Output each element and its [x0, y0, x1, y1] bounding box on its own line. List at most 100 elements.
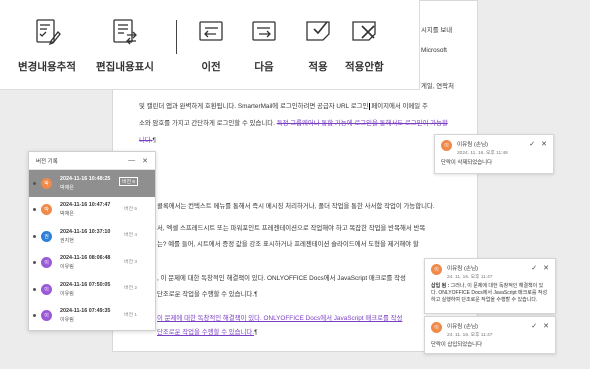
avatar: 이 — [41, 310, 52, 322]
version-item[interactable]: 권 2024-11-16 10:37:10 권지현 버전 4 — [29, 223, 155, 250]
version-history-panel: 버전 기록 — ✕ 박 2024-11-16 10:48:25 박재은 버전 6 박 20… — [28, 151, 156, 331]
reject-icon[interactable]: ✕ — [543, 323, 549, 330]
comment-card[interactable]: 이 이유림 (손님) 24. 11. 16. 오후 11:47 ✓ ✕ 단락이 … — [424, 316, 556, 354]
next-change-button[interactable]: 다음 — [249, 16, 279, 74]
version-history-header: 버전 기록 — ✕ — [29, 152, 155, 170]
comment-body: 삽입 됨 : 그러나, 이 문제에 대한 독창적인 해결책이 있다. ONLYO… — [431, 283, 548, 303]
comment-body: 단락이 삽입되었습니다 — [431, 342, 483, 348]
doc-text-line: 소와 암호를 가지고 간단하게 로그인할 수 있습니다. 특정 그룹웨어나 통합… — [139, 120, 448, 127]
reject-change-button[interactable]: 적용안함 — [345, 16, 384, 74]
comment-date: 24. 11. 16. 오후 11:47 — [447, 333, 493, 338]
previous-change-label: 이전 — [201, 61, 221, 73]
doc-text-line: 콜록에서는 컨텍스트 메뉴를 통해서 즉시 메시징 처리하거나, 폴더 작업을 … — [157, 203, 435, 210]
next-change-label: 다음 — [254, 61, 274, 73]
comment-date: 24. 11. 16. 오후 11:47 — [447, 275, 493, 280]
doc-text-line: 및 캘린더 앱과 완벽하게 호환됩니다. SmarterMail에 로그인하려면… — [139, 103, 428, 110]
version-item[interactable]: 이 2024-11-16 07:49:35 이유림 버전 1 — [29, 303, 155, 330]
avatar: 이 — [41, 283, 52, 295]
accept-change-button[interactable]: 적용 — [303, 16, 333, 74]
display-mode-icon — [110, 16, 140, 51]
bullet-icon — [33, 208, 36, 212]
version-item[interactable]: 이 2024-11-16 08:06:48 이유림 버전 3 — [29, 250, 155, 277]
version-item[interactable]: 박 2024-11-16 10:47:47 박재은 버전 5 — [29, 197, 155, 224]
version-history-title: 버전 기록 — [36, 158, 58, 165]
deleted-text: 특정 그룹웨어나 통합 기능에 로그인을 통해서도 로그인이 가능할 — [276, 120, 448, 127]
bullet-icon — [33, 181, 36, 185]
review-toolbar: 변경내용추적 편집내용표시 이전 다음 적용 적용안함 — [0, 0, 420, 90]
doc-text-line: , 이 문제에 대한 독창적인 해결책이 있다. ONLYOFFICE Docs… — [157, 275, 406, 282]
reject-icon[interactable]: ✕ — [543, 265, 549, 272]
version-item[interactable]: 이 2024-11-16 07:50:05 이유림 버전 2 — [29, 276, 155, 303]
doc-text-line: 이 문제에 대한 독창적인 해결책이 있다. ONLYOFFICE Docs에서… — [157, 313, 402, 322]
accept-icon[interactable]: ✓ — [531, 265, 537, 272]
comment-card[interactable]: 이 이유림 (손님) 2024. 11. 16. 오후 11:48 ✓ ✕ 단락… — [434, 134, 554, 174]
version-badge: 버전 1 — [124, 312, 137, 318]
version-date: 2024-11-16 08:06:48 — [60, 255, 111, 262]
doc-text-line: 게일, 연락처 — [421, 83, 454, 90]
accept-change-icon — [303, 16, 333, 51]
version-badge: 버전 3 — [124, 259, 137, 265]
version-badge: 버전 2 — [124, 286, 137, 291]
version-date: 2024-11-16 10:47:47 — [60, 202, 111, 209]
deleted-text: 니다. — [139, 137, 153, 144]
avatar: 박 — [41, 204, 52, 216]
toolbar-divider — [176, 20, 177, 54]
version-list: 박 2024-11-16 10:48:25 박재은 버전 6 박 2024-11-16 1… — [29, 170, 155, 329]
reject-change-label: 적용안함 — [345, 61, 384, 73]
bullet-icon — [33, 261, 36, 265]
avatar: 박 — [41, 177, 52, 189]
avatar: 이 — [41, 257, 52, 269]
version-user: 이유림 — [60, 290, 74, 297]
track-changes-button[interactable]: 변경내용추적 — [18, 16, 76, 74]
comment-body: 단락이 삭제되었습니다 — [441, 160, 493, 166]
doc-text-line: Microsoft — [421, 47, 447, 54]
reject-icon[interactable]: ✕ — [541, 141, 547, 148]
avatar: 이 — [441, 140, 452, 151]
doc-text-line: 시지를 보내 — [421, 27, 453, 34]
avatar: 이 — [431, 264, 442, 275]
bullet-icon — [33, 234, 36, 238]
comment-card[interactable]: 이 이유림 (손님) 24. 11. 16. 오후 11:47 ✓ ✕ 삽입 됨… — [424, 258, 556, 314]
accept-icon[interactable]: ✓ — [529, 141, 535, 148]
comment-author: 이유림 (손님) — [447, 324, 479, 330]
version-user: 박재은 — [60, 211, 74, 218]
close-icon[interactable]: ✕ — [142, 157, 148, 165]
accept-icon[interactable]: ✓ — [531, 323, 537, 330]
track-changes-label: 변경내용추적 — [18, 61, 76, 73]
version-user: 이유림 — [60, 317, 74, 324]
doc-text-line: 서, 엑셀 스프레드시트 또는 파워포인트 프레젠테이션으로 작업해야 하고 복… — [157, 225, 426, 232]
inserted-text: 이 문제에 대한 독창적인 해결책이 있다. ONLYOFFICE Docs에서… — [157, 315, 403, 322]
doc-text-line: 는? 예를 들어, 시트에서 증정 값을 강조 표시하거나 프레젠테이션 슬라이… — [157, 241, 419, 248]
version-badge: 버전 5 — [124, 206, 137, 212]
minimize-icon[interactable]: — — [128, 157, 135, 164]
bullet-icon — [33, 314, 36, 318]
version-user: 권지현 — [60, 237, 74, 244]
previous-change-button[interactable]: 이전 — [196, 16, 226, 74]
previous-change-icon — [196, 16, 226, 51]
comment-author: 이유림 (손님) — [457, 142, 489, 148]
avatar: 권 — [41, 230, 52, 242]
doc-text-line: 단조로운 작업을 수행할 수 있습니다.¶ — [157, 291, 258, 298]
inserted-text: 단조로운 작업을 수행할 수 있습니다. — [157, 329, 255, 336]
version-date: 2024-11-16 07:50:05 — [60, 281, 111, 288]
version-badge: 버전 4 — [124, 233, 137, 238]
version-user: 이유림 — [60, 264, 74, 271]
version-date: 2024-11-16 10:37:10 — [60, 228, 111, 235]
reject-change-icon — [349, 16, 379, 51]
version-date: 2024-11-16 10:48:25 — [60, 175, 111, 182]
version-date: 2024-11-16 07:49:35 — [60, 308, 111, 315]
doc-text-line: 니다.¶ — [139, 137, 156, 144]
accept-change-label: 적용 — [308, 61, 328, 73]
comment-date: 2024. 11. 16. 오후 11:48 — [457, 151, 508, 156]
next-change-icon — [249, 16, 279, 51]
version-badge: 버전 6 — [119, 177, 138, 186]
display-mode-button[interactable]: 편집내용표시 — [96, 16, 154, 74]
display-mode-label: 편집내용표시 — [96, 61, 154, 73]
version-user: 박재은 — [60, 184, 74, 191]
track-changes-icon — [32, 16, 62, 51]
bullet-icon — [33, 287, 36, 291]
version-item[interactable]: 박 2024-11-16 10:48:25 박재은 버전 6 — [29, 170, 155, 197]
avatar: 이 — [431, 322, 442, 333]
doc-text-line: 단조로운 작업을 수행할 수 있습니다.¶ — [157, 329, 258, 336]
comment-author: 이유림 (손님) — [447, 266, 479, 272]
